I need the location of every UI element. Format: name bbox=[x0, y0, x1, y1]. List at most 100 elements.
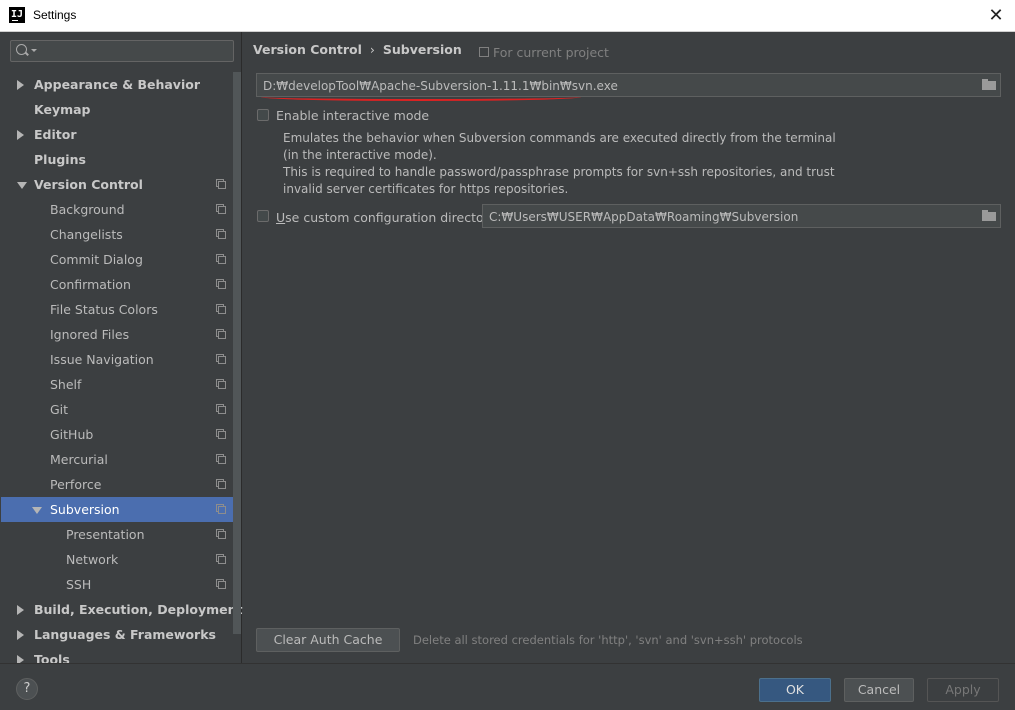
browse-folder-icon[interactable] bbox=[982, 79, 996, 90]
project-scope-note: For current project bbox=[479, 45, 609, 60]
sidebar-item[interactable]: Commit Dialog bbox=[1, 247, 233, 272]
project-level-icon bbox=[216, 529, 226, 539]
dialog-footer: ? OK Cancel Apply bbox=[0, 663, 1015, 710]
project-level-icon bbox=[216, 229, 226, 239]
sidebar-item-label: Plugins bbox=[34, 152, 86, 167]
sidebar-item[interactable]: Version Control bbox=[1, 172, 233, 197]
collapsed-arrow-icon[interactable] bbox=[17, 605, 24, 615]
sidebar-item[interactable]: Shelf bbox=[1, 372, 233, 397]
sidebar-item[interactable]: Appearance & Behavior bbox=[1, 72, 233, 97]
project-level-icon bbox=[216, 579, 226, 589]
sidebar-item[interactable]: File Status Colors bbox=[1, 297, 233, 322]
project-level-icon bbox=[216, 204, 226, 214]
sidebar-item-label: Commit Dialog bbox=[50, 252, 143, 267]
apply-button[interactable]: Apply bbox=[927, 678, 999, 702]
sidebar-item-label: File Status Colors bbox=[50, 302, 158, 317]
sidebar-item[interactable]: Plugins bbox=[1, 147, 233, 172]
project-level-icon bbox=[216, 354, 226, 364]
sidebar-item-label: Presentation bbox=[66, 527, 145, 542]
sidebar-item[interactable]: Changelists bbox=[1, 222, 233, 247]
settings-search-input[interactable] bbox=[39, 42, 233, 62]
custom-config-checkbox[interactable] bbox=[257, 210, 269, 222]
sidebar-item-label: Background bbox=[50, 202, 125, 217]
sidebar-item-label: Mercurial bbox=[50, 452, 108, 467]
sidebar-item[interactable]: Confirmation bbox=[1, 272, 233, 297]
sidebar-item[interactable]: Issue Navigation bbox=[1, 347, 233, 372]
project-level-icon bbox=[216, 179, 226, 189]
collapsed-arrow-icon[interactable] bbox=[17, 80, 24, 90]
search-icon bbox=[16, 44, 27, 55]
project-scope-label: For current project bbox=[493, 45, 609, 60]
sidebar-item-label: GitHub bbox=[50, 427, 94, 442]
sidebar-item-label: SSH bbox=[66, 577, 92, 592]
sidebar-item[interactable]: Perforce bbox=[1, 472, 233, 497]
sidebar-item[interactable]: Editor bbox=[1, 122, 233, 147]
sidebar-item[interactable]: Subversion bbox=[1, 497, 233, 522]
sidebar-item[interactable]: Keymap bbox=[1, 97, 233, 122]
close-icon[interactable]: ✕ bbox=[985, 5, 1007, 27]
sidebar-item-label: Keymap bbox=[34, 102, 91, 117]
description-line: invalid server certificates for https re… bbox=[283, 182, 569, 196]
description-line: Emulates the behavior when Subversion co… bbox=[283, 131, 836, 145]
sidebar-item[interactable]: Presentation bbox=[1, 522, 233, 547]
sidebar-item-label: Ignored Files bbox=[50, 327, 130, 342]
breadcrumb-parent[interactable]: Version Control bbox=[253, 42, 362, 57]
sidebar-item-label: Git bbox=[50, 402, 69, 417]
sidebar-item[interactable]: Mercurial bbox=[1, 447, 233, 472]
sidebar-item-label: Issue Navigation bbox=[50, 352, 154, 367]
ok-button[interactable]: OK bbox=[759, 678, 831, 702]
sidebar-item-label: Languages & Frameworks bbox=[34, 627, 216, 642]
browse-folder-icon[interactable] bbox=[982, 210, 996, 221]
subversion-settings-panel: Version Control › Subversion For current p… bbox=[243, 32, 1015, 663]
search-options-caret-icon[interactable] bbox=[31, 49, 37, 52]
clear-auth-cache-button[interactable]: Clear Auth Cache bbox=[256, 628, 400, 652]
svn-executable-path-field[interactable] bbox=[256, 73, 1001, 101]
interactive-mode-description: Emulates the behavior when Subversion co… bbox=[283, 130, 836, 198]
breadcrumb-current: Subversion bbox=[382, 42, 462, 57]
project-level-icon bbox=[216, 504, 226, 514]
custom-config-path-input[interactable] bbox=[487, 208, 957, 226]
project-level-icon bbox=[216, 479, 226, 489]
sidebar-item[interactable]: Git bbox=[1, 397, 233, 422]
sidebar-item-label: Network bbox=[66, 552, 119, 567]
sidebar-item[interactable]: GitHub bbox=[1, 422, 233, 447]
project-level-icon bbox=[216, 254, 226, 264]
custom-config-label[interactable]: Use custom configuration directory: bbox=[276, 210, 499, 225]
collapsed-arrow-icon[interactable] bbox=[17, 130, 24, 140]
settings-search-box[interactable] bbox=[10, 40, 234, 62]
settings-sidebar: Appearance & Behavior Keymap Editor Plugins… bbox=[1, 32, 242, 667]
sidebar-scrollbar[interactable] bbox=[233, 72, 241, 634]
custom-config-path-field[interactable] bbox=[482, 204, 1001, 228]
sidebar-item-label: Build, Execution, Deployment bbox=[34, 602, 243, 617]
project-level-icon bbox=[216, 429, 226, 439]
project-level-icon bbox=[216, 304, 226, 314]
collapsed-arrow-icon[interactable] bbox=[17, 630, 24, 640]
expanded-arrow-icon[interactable] bbox=[17, 182, 27, 189]
description-line: (in the interactive mode). bbox=[283, 148, 437, 162]
description-line: This is required to handle password/pass… bbox=[283, 165, 835, 179]
red-underline-annotation bbox=[261, 93, 581, 101]
sidebar-item[interactable]: Network bbox=[1, 547, 233, 572]
sidebar-item[interactable]: SSH bbox=[1, 572, 233, 597]
sidebar-item-label: Confirmation bbox=[50, 277, 131, 292]
expanded-arrow-icon[interactable] bbox=[32, 507, 42, 514]
sidebar-item-label: Subversion bbox=[50, 502, 120, 517]
window-title: Settings bbox=[33, 8, 77, 22]
sidebar-item-label: Editor bbox=[34, 127, 77, 142]
sidebar-item-label: Perforce bbox=[50, 477, 102, 492]
sidebar-item-label: Appearance & Behavior bbox=[34, 77, 200, 92]
sidebar-item[interactable]: Languages & Frameworks bbox=[1, 622, 233, 647]
sidebar-item[interactable]: Ignored Files bbox=[1, 322, 233, 347]
breadcrumb-separator: › bbox=[369, 42, 375, 57]
help-icon[interactable]: ? bbox=[16, 678, 38, 700]
sidebar-item-label: Changelists bbox=[50, 227, 123, 242]
project-level-icon bbox=[216, 454, 226, 464]
cancel-button[interactable]: Cancel bbox=[844, 678, 914, 702]
project-scope-icon bbox=[479, 47, 489, 57]
sidebar-item[interactable]: Background bbox=[1, 197, 233, 222]
sidebar-item[interactable]: Build, Execution, Deployment bbox=[1, 597, 242, 622]
interactive-mode-label[interactable]: Enable interactive mode bbox=[276, 108, 429, 123]
interactive-mode-checkbox[interactable] bbox=[257, 109, 269, 121]
project-level-icon bbox=[216, 404, 226, 414]
project-level-icon bbox=[216, 554, 226, 564]
